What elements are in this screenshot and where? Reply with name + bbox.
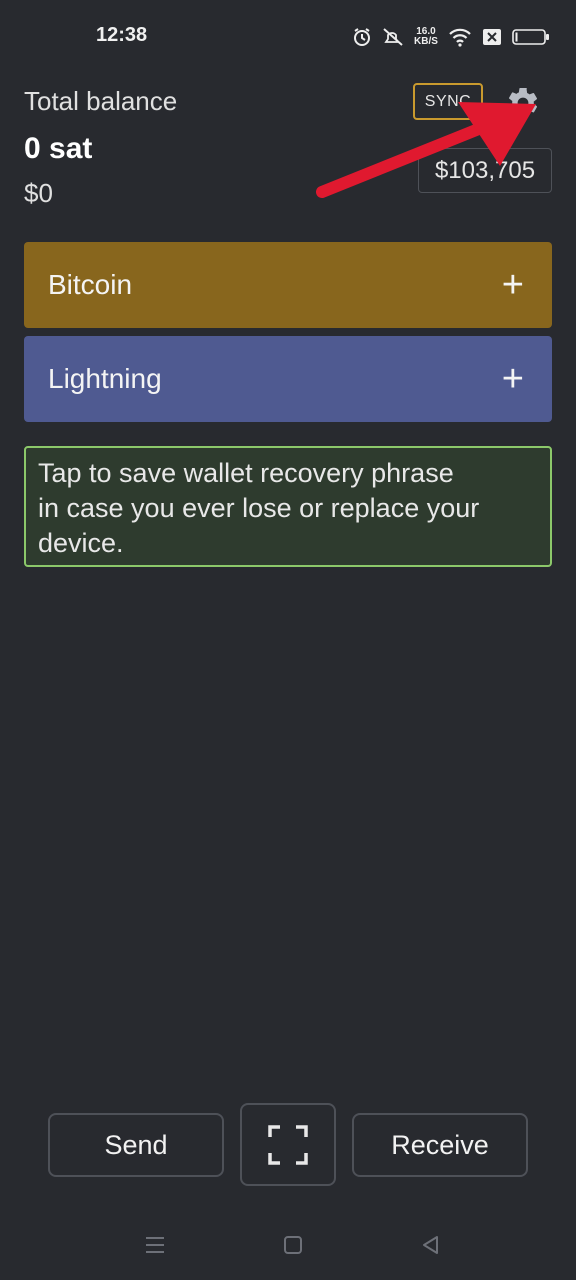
backup-notice-line: device.: [38, 528, 124, 558]
nav-back-button[interactable]: [416, 1230, 446, 1260]
sync-button[interactable]: SYNC: [413, 83, 483, 120]
nav-home-button[interactable]: [278, 1230, 308, 1260]
backup-notice-line: in case you ever lose or replace your: [38, 493, 480, 523]
total-balance-label: Total balance: [24, 86, 178, 116]
wifi-icon: [449, 28, 471, 47]
receive-button[interactable]: Receive: [352, 1113, 528, 1177]
gear-icon[interactable]: [505, 85, 541, 121]
sat-balance: 0 sat: [24, 132, 93, 165]
battery-icon: [512, 29, 549, 45]
wallet-label-bitcoin: Bitcoin: [48, 269, 133, 300]
status-time: 12:38: [96, 24, 148, 46]
btc-price[interactable]: $103,705: [418, 148, 552, 193]
wallet-label-lightning: Lightning: [48, 363, 162, 394]
scan-icon: [268, 1124, 308, 1165]
usd-balance: $0: [24, 178, 53, 208]
plus-icon[interactable]: +: [502, 266, 524, 304]
net-speed: 16.0 KB/S: [414, 27, 438, 47]
status-icons: 16.0 KB/S: [352, 24, 550, 50]
sim-off-icon: [482, 29, 501, 45]
back-icon: [423, 1236, 438, 1254]
nav-menu-button[interactable]: [140, 1230, 170, 1260]
alarm-icon: [354, 28, 370, 46]
wallet-card-lightning[interactable]: Lightning +: [24, 336, 552, 422]
backup-notice-line: Tap to save wallet recovery phrase: [38, 458, 454, 488]
scan-button[interactable]: [240, 1103, 336, 1186]
home-icon: [284, 1236, 302, 1254]
backup-notice[interactable]: Tap to save wallet recovery phrase in ca…: [24, 446, 552, 567]
mute-icon: [383, 28, 403, 46]
plus-icon[interactable]: +: [502, 360, 524, 398]
net-speed-unit: KB/S: [414, 36, 438, 47]
menu-icon: [146, 1237, 164, 1253]
send-button[interactable]: Send: [48, 1113, 224, 1177]
wallet-card-bitcoin[interactable]: Bitcoin +: [24, 242, 552, 328]
